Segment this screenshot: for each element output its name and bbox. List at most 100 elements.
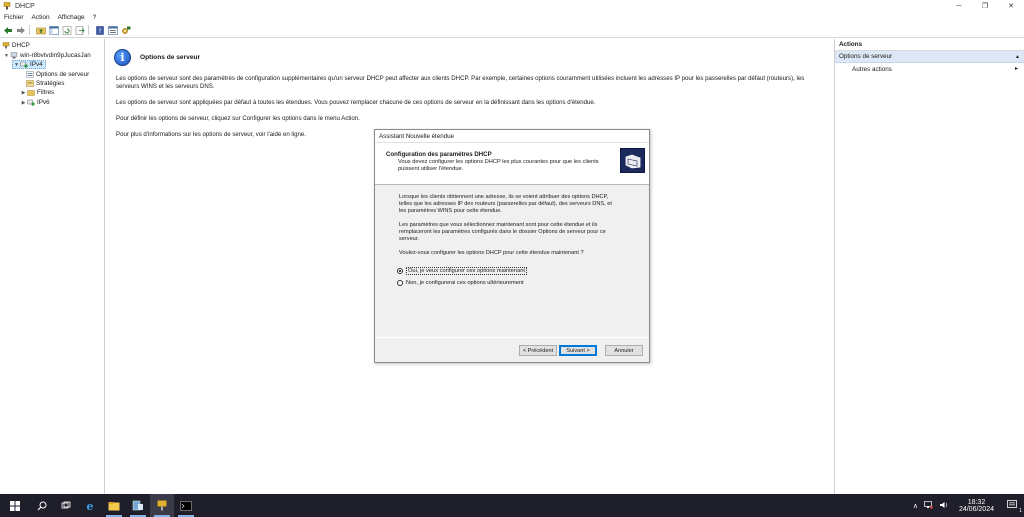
radio-option-no[interactable]: Non, je configurerai ces options ultérie… [397, 280, 524, 286]
description-paragraph: Pour plus d'informations sur les options… [116, 131, 306, 138]
tree-label-filters: Filtres [37, 89, 55, 96]
tree-node-filters[interactable]: ▶ Filtres [20, 88, 55, 97]
next-button[interactable]: Suivant > [559, 345, 597, 356]
toolbar: ? [0, 23, 1024, 38]
taskbar-command-prompt[interactable] [174, 494, 198, 517]
taskbar-ie[interactable]: e [78, 494, 102, 517]
actions-section-server-options[interactable]: Options de serveur ▲ [835, 51, 1024, 63]
radio-option-yes[interactable]: Oui, je veux configurer ces options main… [397, 267, 527, 275]
notification-count: 1 [1019, 508, 1022, 514]
search-icon [37, 501, 47, 510]
tree-node-dhcp[interactable]: DHCP [2, 41, 30, 50]
details-pane: i Options de serveur Les options de serv… [106, 39, 833, 494]
wizard-heading: Configuration des paramètres DHCP [386, 151, 492, 158]
dhcp-options-button[interactable] [120, 25, 131, 36]
taskbar-dhcp[interactable] [150, 494, 174, 517]
properties-button[interactable] [107, 25, 118, 36]
command-prompt-icon [180, 500, 192, 511]
taskbar: e ∧ 18:32 24/06/2024 1 [0, 494, 1024, 517]
window-title: DHCP [15, 2, 35, 10]
start-button[interactable] [0, 494, 30, 517]
cancel-button[interactable]: Annuler [605, 345, 643, 356]
system-tray: ∧ 18:32 24/06/2024 1 [910, 494, 1024, 517]
tree-node-policies[interactable]: Stratégies [26, 79, 64, 88]
svg-text:?: ? [98, 28, 101, 35]
radio-label-yes[interactable]: Oui, je veux configurer ces options main… [406, 267, 527, 275]
folder-up-icon [35, 27, 46, 34]
submenu-arrow-icon: ▸ [1014, 66, 1018, 72]
close-button[interactable]: ✕ [998, 0, 1024, 12]
tree-node-ipv6[interactable]: ▶ IPv6 [20, 98, 50, 107]
minimize-button[interactable]: ─ [946, 0, 972, 12]
console-tree: DHCP ▼ win-r8bvtvdin9pJucasJan ▼ IPv4 Op… [0, 39, 105, 494]
policy-icon [26, 80, 34, 87]
page-title: Options de serveur [140, 54, 201, 61]
new-scope-wizard-dialog: Assistant Nouvelle étendue Configuration… [374, 129, 650, 363]
action-more-actions[interactable]: Autres actions ▸ [835, 63, 1024, 75]
tree-node-ipv4[interactable]: ▼ IPv4 [12, 60, 46, 69]
console-tree-icon [48, 25, 59, 35]
refresh-icon [62, 25, 71, 35]
options-list-icon [26, 71, 34, 78]
description-paragraph: Les options de serveur sont appliquées p… [116, 99, 596, 106]
menu-action[interactable]: Action [28, 14, 54, 21]
taskbar-server-manager[interactable] [126, 494, 150, 517]
refresh-button[interactable] [61, 25, 72, 36]
dhcp-server-icon [2, 42, 10, 49]
wizard-text: Les paramètres que vous sélectionnez mai… [399, 222, 606, 242]
forward-button[interactable] [15, 25, 26, 36]
help-button[interactable]: ? [94, 25, 105, 36]
chevron-down-icon[interactable]: ▼ [3, 53, 10, 59]
maximize-button[interactable]: ❐ [972, 0, 998, 12]
show-hidden-icons-button[interactable]: ∧ [910, 502, 921, 510]
radio-button-no[interactable] [397, 280, 403, 286]
task-view-button[interactable] [54, 494, 78, 517]
actions-pane: Actions Options de serveur ▲ Autres acti… [834, 39, 1024, 494]
collapse-triangle-icon[interactable]: ▲ [1015, 54, 1020, 60]
network-gear-icon [121, 26, 130, 34]
server-manager-icon [132, 500, 143, 511]
tree-node-server[interactable]: ▼ win-r8bvtvdin9pJucasJan [3, 51, 91, 60]
chevron-right-icon[interactable]: ▶ [20, 90, 27, 96]
svg-text:e: e [87, 500, 94, 512]
title-bar: DHCP ─ ❐ ✕ [0, 0, 1024, 12]
chevron-right-icon[interactable]: ▶ [20, 100, 27, 106]
actions-header: Actions [835, 39, 1024, 51]
wizard-subheading: Vous devez configurer les options DHCP l… [398, 159, 599, 172]
wizard-text: Lorsque les clients obtiennent une adres… [399, 194, 612, 214]
notification-center-button[interactable]: 1 [1002, 500, 1024, 514]
tree-label-ipv4: IPv4 [30, 61, 43, 68]
up-folder-button[interactable] [35, 25, 46, 36]
forward-arrow-icon [16, 26, 25, 34]
menu-help[interactable]: ? [89, 14, 101, 21]
dhcp-taskbar-icon [157, 500, 167, 511]
info-icon: i [114, 49, 131, 66]
tree-node-server-options[interactable]: Options de serveur [26, 70, 89, 79]
search-button[interactable] [30, 494, 54, 517]
windows-logo-icon [10, 500, 20, 511]
taskbar-file-explorer[interactable] [102, 494, 126, 517]
dialog-separator [375, 337, 649, 338]
actions-section-label: Options de serveur [839, 53, 893, 60]
tree-label-dhcp: DHCP [12, 42, 30, 49]
internet-explorer-icon: e [87, 500, 94, 512]
system-clock[interactable]: 18:32 24/06/2024 [951, 499, 1002, 513]
export-list-button[interactable] [74, 25, 85, 36]
network-icon[interactable] [921, 500, 936, 511]
help-book-icon: ? [95, 25, 104, 35]
task-view-icon [61, 501, 71, 508]
show-hide-tree-button[interactable] [48, 25, 59, 36]
back-arrow-icon [3, 26, 12, 34]
previous-button[interactable]: < Précédent [519, 345, 557, 356]
radio-label-no[interactable]: Non, je configurerai ces options ultérie… [406, 280, 524, 286]
menu-view[interactable]: Affichage [54, 14, 89, 21]
radio-button-yes[interactable] [397, 268, 403, 274]
back-button[interactable] [2, 25, 13, 36]
chevron-down-icon[interactable]: ▼ [13, 62, 20, 68]
toolbar-separator [88, 25, 89, 35]
ipv4-icon [20, 61, 28, 68]
menu-bar: Fichier Action Affichage ? [0, 12, 1024, 23]
volume-icon[interactable] [936, 501, 951, 511]
clock-date: 24/06/2024 [958, 505, 994, 513]
menu-file[interactable]: Fichier [0, 14, 28, 21]
